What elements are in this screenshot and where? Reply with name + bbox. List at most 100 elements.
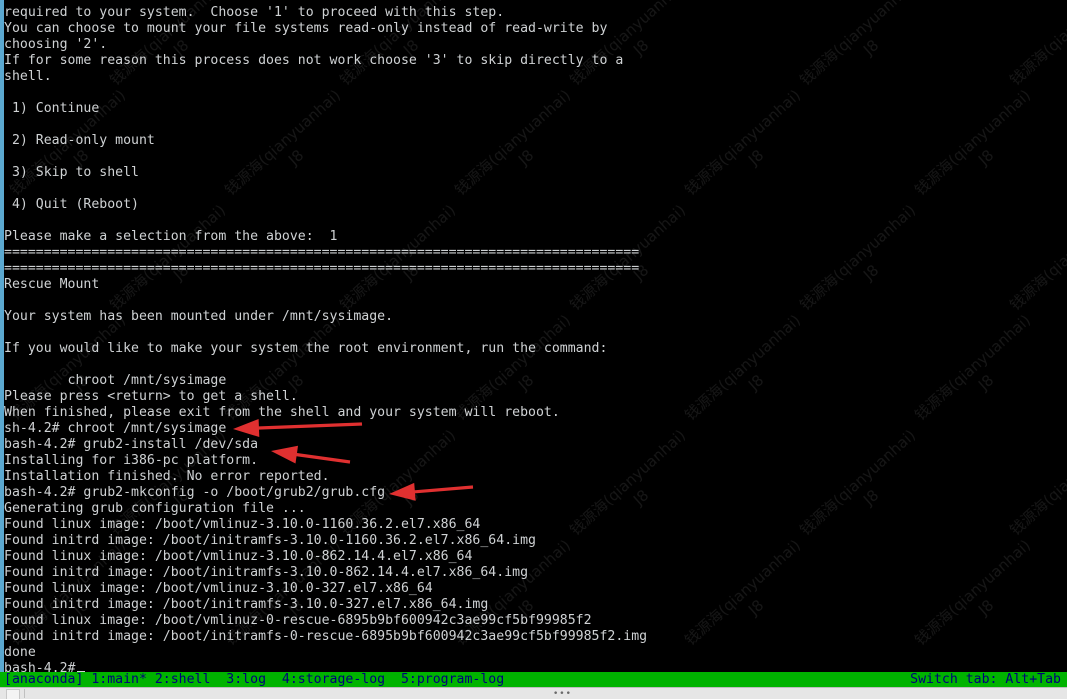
watermark-main-text: 钱源海(qianyuanhai) <box>106 426 230 540</box>
watermark-sub-text: J8 <box>974 146 998 170</box>
watermark-main-text: 钱源海(qianyuanhai) <box>221 536 345 650</box>
watermark-sub-text: J8 <box>284 596 308 620</box>
terminal-line: done <box>4 645 36 660</box>
watermark-main-text: 钱源海(qianyuanhai) <box>566 426 690 540</box>
terminal-line: sh-4.2# chroot /mnt/sysimage <box>4 421 227 436</box>
watermark-sub-text: J8 <box>629 36 653 60</box>
watermark: 钱源海(qianyuanhai)J8 <box>451 85 589 215</box>
watermark-main-text: 钱源海(qianyuanhai) <box>566 201 690 315</box>
watermark-sub-text: J8 <box>69 596 93 620</box>
watermark-main-text: 钱源海(qianyuanhai) <box>451 536 575 650</box>
terminal-line: chroot /mnt/sysimage <box>4 373 227 388</box>
terminal-line: If you would like to make your system th… <box>4 341 608 356</box>
watermark: 钱源海(qianyuanhai)J8 <box>566 0 704 105</box>
watermark-sub-text: J8 <box>974 596 998 620</box>
terminal-line: If for some reason this process does not… <box>4 53 624 68</box>
overflow-dots-icon[interactable]: ••• <box>553 690 572 699</box>
watermark-main-text: 钱源海(qianyuanhai) <box>796 201 920 315</box>
watermark-main-text: 钱源海(qianyuanhai) <box>911 311 1035 425</box>
terminal-line: Found initrd image: /boot/initramfs-3.10… <box>4 565 529 580</box>
watermark: 钱源海(qianyuanhai)J8 <box>796 200 934 330</box>
watermark: 钱源海(qianyuanhai)J8 <box>336 425 474 555</box>
window-chrome-strip: ••• <box>0 687 1067 699</box>
terminal-line: bash-4.2# grub2-mkconfig -o /boot/grub2/… <box>4 485 386 500</box>
terminal-line: Found initrd image: /boot/initramfs-3.10… <box>4 533 536 548</box>
terminal-line: 4) Quit (Reboot) <box>4 197 139 212</box>
terminal-line: Found initrd image: /boot/initramfs-0-re… <box>4 629 648 644</box>
watermark: 钱源海(qianyuanhai)J8 <box>681 310 819 440</box>
watermark-sub-text: J8 <box>284 146 308 170</box>
watermark-main-text: 钱源海(qianyuanhai) <box>681 311 805 425</box>
watermark-main-text: 钱源海(qianyuanhai) <box>796 0 920 90</box>
watermark: 钱源海(qianyuanhai)J8 <box>6 85 144 215</box>
terminal-line: Your system has been mounted under /mnt/… <box>4 309 394 324</box>
terminal-line: ========================================… <box>4 245 640 260</box>
watermark-main-text: 钱源海(qianyuanhai) <box>106 0 230 90</box>
watermark-main-text: 钱源海(qianyuanhai) <box>451 311 575 425</box>
watermark: 钱源海(qianyuanhai)J8 <box>336 0 474 105</box>
rescue-console-screen: 钱源海(qianyuanhai) J8 钱源海(qianyuanhai) J8 钱源海(… <box>0 0 1067 699</box>
watermark: 钱源海(qianyuanhai)J8 <box>106 0 244 105</box>
watermark-main-text: 钱源海(qianyuanhai) <box>336 426 460 540</box>
watermark-sub-text: J8 <box>859 36 883 60</box>
terminal-line: ========================================… <box>4 261 640 276</box>
terminal-line: 2) Read-only mount <box>4 133 155 148</box>
terminal-output: required to your system. Choose '1' to p… <box>0 0 1067 676</box>
watermark-sub-text: J8 <box>744 371 768 395</box>
watermark: 钱源海(qianyuanhai)J8 <box>566 425 704 555</box>
watermark-sub-text: J8 <box>169 36 193 60</box>
watermark-sub-text: J8 <box>974 371 998 395</box>
terminal-line: Installing for i386-pc platform. <box>4 453 259 468</box>
terminal-line: Generating grub configuration file ... <box>4 501 306 516</box>
watermark-main-text: 钱源海(qianyuanhai) <box>221 86 345 200</box>
watermark: 钱源海(qianyuanhai)J8 <box>221 85 359 215</box>
watermark-sub-text: J8 <box>514 371 538 395</box>
terminal-line: You can choose to mount your file system… <box>4 21 608 36</box>
terminal-line: Found linux image: /boot/vmlinuz-3.10.0-… <box>4 549 473 564</box>
status-bar-tabs[interactable]: [anaconda] 1:main* 2:shell 3:log 4:stora… <box>4 672 504 688</box>
watermark-main-text: 钱源海(qianyuanhai) <box>221 311 345 425</box>
annotation-arrows <box>233 419 474 501</box>
watermark-sub-text: J8 <box>629 486 653 510</box>
watermark-sub-text: J8 <box>284 371 308 395</box>
watermark: 钱源海(qianyuanhai)J8 <box>796 425 934 555</box>
arrow-grub2-mkconfig <box>389 482 474 501</box>
watermark: 钱源海(qianyuanhai)J8 <box>681 535 819 665</box>
watermark-sub-text: J8 <box>399 261 423 285</box>
watermark-sub-text: J8 <box>1019 0 1067 105</box>
watermark: 钱源海(qianyuanhai)J8 <box>566 200 704 330</box>
terminal-line: 3) Skip to shell <box>4 165 139 180</box>
watermark: 钱源海(qianyuanhai)J8 <box>106 425 244 555</box>
watermark-sub-text: J8 <box>514 596 538 620</box>
watermark-sub-text: J8 <box>514 146 538 170</box>
terminal-line: Please make a selection from the above: … <box>4 229 338 244</box>
terminal-line: Rescue Mount <box>4 277 100 292</box>
watermark-sub-text: J8 <box>69 146 93 170</box>
watermark-sub-text: J8 <box>399 36 423 60</box>
terminal-line: bash-4.2# grub2-install /dev/sda <box>4 437 259 452</box>
watermark: 钱源海(qianyuanhai)J8 <box>911 85 1049 215</box>
watermark: 钱源海(qianyuanhai)J8 <box>451 535 589 665</box>
watermark-sub-text: J8 <box>69 371 93 395</box>
watermark-main-text: 钱源海(qianyuanhai) <box>911 536 1035 650</box>
window-tab-nub[interactable] <box>6 689 20 699</box>
watermark: 钱源海(qianyuanhai)J8 <box>1006 200 1067 330</box>
watermark-sub-text: J8 <box>744 146 768 170</box>
terminal-line: choosing '2'. <box>4 37 108 52</box>
watermark-main-text: 钱源海(qianyuanhai) <box>106 201 230 315</box>
terminal-line: Found linux image: /boot/vmlinuz-3.10.0-… <box>4 517 481 532</box>
watermark: 钱源海(qianyuanhai)J8 <box>911 535 1049 665</box>
watermark: 钱源海(qianyuanhai)J8 <box>106 200 244 330</box>
watermark: 钱源海(qianyuanhai)J8 <box>221 535 359 665</box>
watermark-main-text: 钱源海(qianyuanhai) <box>911 86 1035 200</box>
watermark-sub-text: J8 <box>169 486 193 510</box>
terminal-line: Found initrd image: /boot/initramfs-3.10… <box>4 597 489 612</box>
watermark-sub-text: J8 <box>1019 215 1067 330</box>
watermark: 钱源海(qianyuanhai)J8 <box>1006 0 1067 105</box>
watermark-main-text: 钱源海(qianyuanhai) <box>796 426 920 540</box>
terminal-line: required to your system. Choose '1' to p… <box>4 5 505 20</box>
arrow-chroot <box>233 419 363 437</box>
anaconda-status-bar[interactable]: [anaconda] 1:main* 2:shell 3:log 4:stora… <box>0 672 1067 688</box>
watermark-main-text: 钱源海(qianyuanhai) <box>1006 201 1067 315</box>
watermark-sub-text: J8 <box>859 261 883 285</box>
